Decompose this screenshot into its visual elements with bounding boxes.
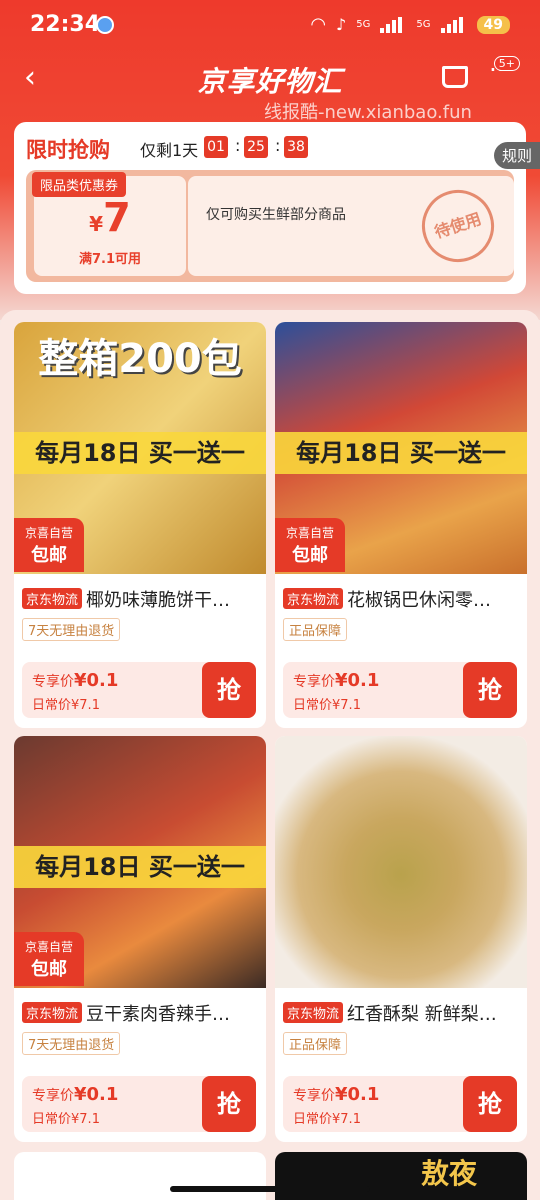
wifi-icon: ◠ (310, 14, 327, 35)
product-name: 京东物流 椰奶味薄脆饼干… (22, 586, 262, 612)
bell-icon: ♪ (336, 15, 347, 34)
product-card[interactable]: 京东物流 红香酥梨 新鲜梨… 正品保障 专享价¥0.1 日常价¥7.1 抢 (275, 736, 527, 1142)
exclusive-price: 专享价¥0.1 (32, 1084, 119, 1105)
exclusive-price: 专享价¥0.1 (32, 670, 119, 691)
product-name: 京东物流 花椒锅巴休闲零… (283, 586, 523, 612)
promo-banner: 每月18日 买一送一 (14, 432, 266, 474)
product-card-peek[interactable] (14, 1152, 266, 1200)
flash-sale-card: 限时抢购 仅剩1天 01 : 25 : 38 ¥7 满7.1可用 限品类优惠券 … (14, 122, 526, 294)
product-card-peek[interactable]: 敖夜 (275, 1152, 527, 1200)
rules-button[interactable]: 规则 (493, 142, 540, 169)
product-card[interactable]: 整箱200包 每月18日 买一送一 京喜自营 包邮 京东物流 椰奶味薄脆饼干… 7天… (14, 322, 266, 728)
colon: : (275, 136, 281, 155)
exclusive-price: 专享价¥0.1 (293, 670, 380, 691)
price-bar: 专享价¥0.1 日常价¥7.1 抢 (22, 662, 256, 718)
flash-sale-title: 限时抢购 (26, 138, 110, 162)
remain-label: 仅剩1天 (140, 141, 199, 160)
status-bar: 22:34 ◠ ♪ 5G 5G 49 (0, 0, 540, 50)
countdown-minutes: 25 (244, 136, 268, 158)
signal-label-1: 5G (356, 19, 371, 30)
battery-icon: 49 (476, 15, 510, 34)
promo-banner: 每月18日 买一送一 (14, 846, 266, 888)
coupon-tag: 限品类优惠券 (32, 172, 127, 197)
normal-price: 日常价¥7.1 (293, 698, 361, 713)
service-tag: 7天无理由退货 (22, 618, 121, 641)
system-icons: ◠ ♪ 5G 5G 49 (310, 14, 510, 35)
product-card[interactable]: 每月18日 买一送一 京喜自营 包邮 京东物流 花椒锅巴休闲零… 正品保障 专享价¥… (275, 322, 527, 728)
normal-price: 日常价¥7.1 (293, 1112, 361, 1127)
exclusive-price: 专享价¥0.1 (293, 1084, 380, 1105)
service-tag: 正品保障 (283, 618, 348, 641)
countdown-seconds: 38 (284, 136, 308, 158)
price-bar: 专享价¥0.1 日常价¥7.1 抢 (22, 1076, 256, 1132)
message-badge: 5+ (493, 56, 520, 71)
cart-icon[interactable] (442, 66, 468, 88)
product-headline: 整箱200包 (38, 336, 242, 382)
free-shipping-badge: 京喜自营 包邮 (14, 932, 84, 986)
signal-icon (380, 16, 406, 33)
colon: : (235, 136, 241, 155)
service-tag: 正品保障 (283, 1032, 348, 1055)
signal-icon (440, 16, 467, 33)
normal-price: 日常价¥7.1 (32, 698, 100, 713)
grab-button[interactable]: 抢 (202, 1076, 256, 1132)
price-bar: 专享价¥0.1 日常价¥7.1 抢 (283, 662, 517, 718)
clock: 22:34 (30, 12, 101, 37)
watermark-text: 线报酷-new.xianbao.fun (264, 102, 472, 123)
coupon-description: 仅可购买生鲜部分商品 (206, 207, 346, 223)
signal-label-2: 5G (416, 19, 431, 30)
service-tag: 7天无理由退货 (22, 1032, 121, 1055)
product-name: 京东物流 豆干素肉香辣手… (22, 1000, 262, 1026)
grab-button[interactable]: 抢 (463, 662, 517, 718)
product-card[interactable]: 每月18日 买一送一 京喜自营 包邮 京东物流 豆干素肉香辣手… 7天无理由退货 专… (14, 736, 266, 1142)
countdown-hours: 01 (204, 136, 228, 158)
product-image (275, 736, 527, 988)
free-shipping-badge: 京喜自营 包邮 (275, 518, 345, 572)
promo-banner: 每月18日 买一送一 (275, 432, 527, 474)
free-shipping-badge: 京喜自营 包邮 (14, 518, 84, 572)
coupon-info-panel[interactable]: 仅可购买生鲜部分商品 待使用 (188, 176, 514, 276)
grab-button[interactable]: 抢 (202, 662, 256, 718)
coupon-amount: ¥7 (89, 195, 131, 241)
normal-price: 日常价¥7.1 (32, 1112, 100, 1127)
home-indicator (170, 1186, 370, 1192)
link-icon (96, 16, 114, 34)
coupon-condition: 满7.1可用 (78, 252, 142, 267)
grab-button[interactable]: 抢 (463, 1076, 517, 1132)
product-name: 京东物流 红香酥梨 新鲜梨… (283, 1000, 523, 1026)
coupon-status-stamp: 待使用 (412, 180, 504, 272)
price-bar: 专享价¥0.1 日常价¥7.1 抢 (283, 1076, 517, 1132)
